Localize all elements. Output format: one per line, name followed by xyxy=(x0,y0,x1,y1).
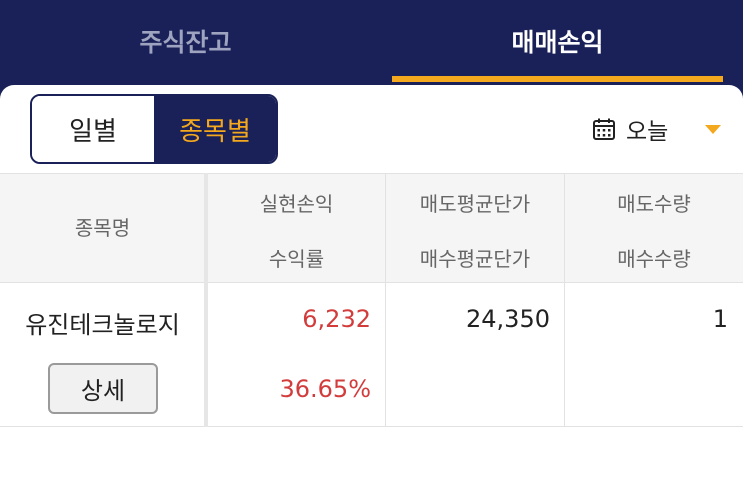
header-sell-avg-price: 매도평균단가 xyxy=(419,192,531,216)
header-return-rate: 수익률 xyxy=(268,247,325,271)
sell-qty-value: 1 xyxy=(712,305,728,333)
header-stock-name: 종목명 xyxy=(74,216,131,240)
tab-holdings[interactable]: 주식잔고 xyxy=(0,0,371,82)
header-realized-pl: 실현손익 xyxy=(259,192,334,216)
calendar-icon xyxy=(593,118,615,140)
return-rate-value: 36.65% xyxy=(279,375,371,403)
realized-pl-value: 6,232 xyxy=(302,305,371,333)
header-buy-avg-price: 매수평균단가 xyxy=(419,247,531,271)
view-segment-control: 일별 종목별 xyxy=(30,94,278,164)
stock-name: 유진테크놀로지 xyxy=(25,311,180,339)
sell-avg-price-value: 24,350 xyxy=(466,305,550,333)
header-buy-qty: 매수수량 xyxy=(617,247,691,271)
segment-by-stock-button[interactable]: 종목별 xyxy=(154,96,276,162)
column-divider xyxy=(204,173,208,427)
chevron-down-icon[interactable] xyxy=(705,125,721,134)
detail-button[interactable]: 상세 xyxy=(48,363,158,414)
column-divider xyxy=(385,173,386,427)
table-row[interactable]: 유진테크놀로지 상세 6,232 36.65% 24,350 1 xyxy=(0,283,743,427)
column-divider xyxy=(564,173,565,427)
table-header: 종목명 실현손익 수익률 매도평균단가 매수평균단가 매도수량 매수수량 xyxy=(0,173,743,283)
active-tab-indicator xyxy=(392,76,723,82)
header-sell-qty: 매도수량 xyxy=(617,192,691,216)
date-filter-label: 오늘 xyxy=(626,119,669,145)
date-filter-select[interactable]: 오늘 xyxy=(592,110,668,148)
tab-trading-pl[interactable]: 매매손익 xyxy=(392,0,723,82)
segment-daily-button[interactable]: 일별 xyxy=(32,96,154,162)
